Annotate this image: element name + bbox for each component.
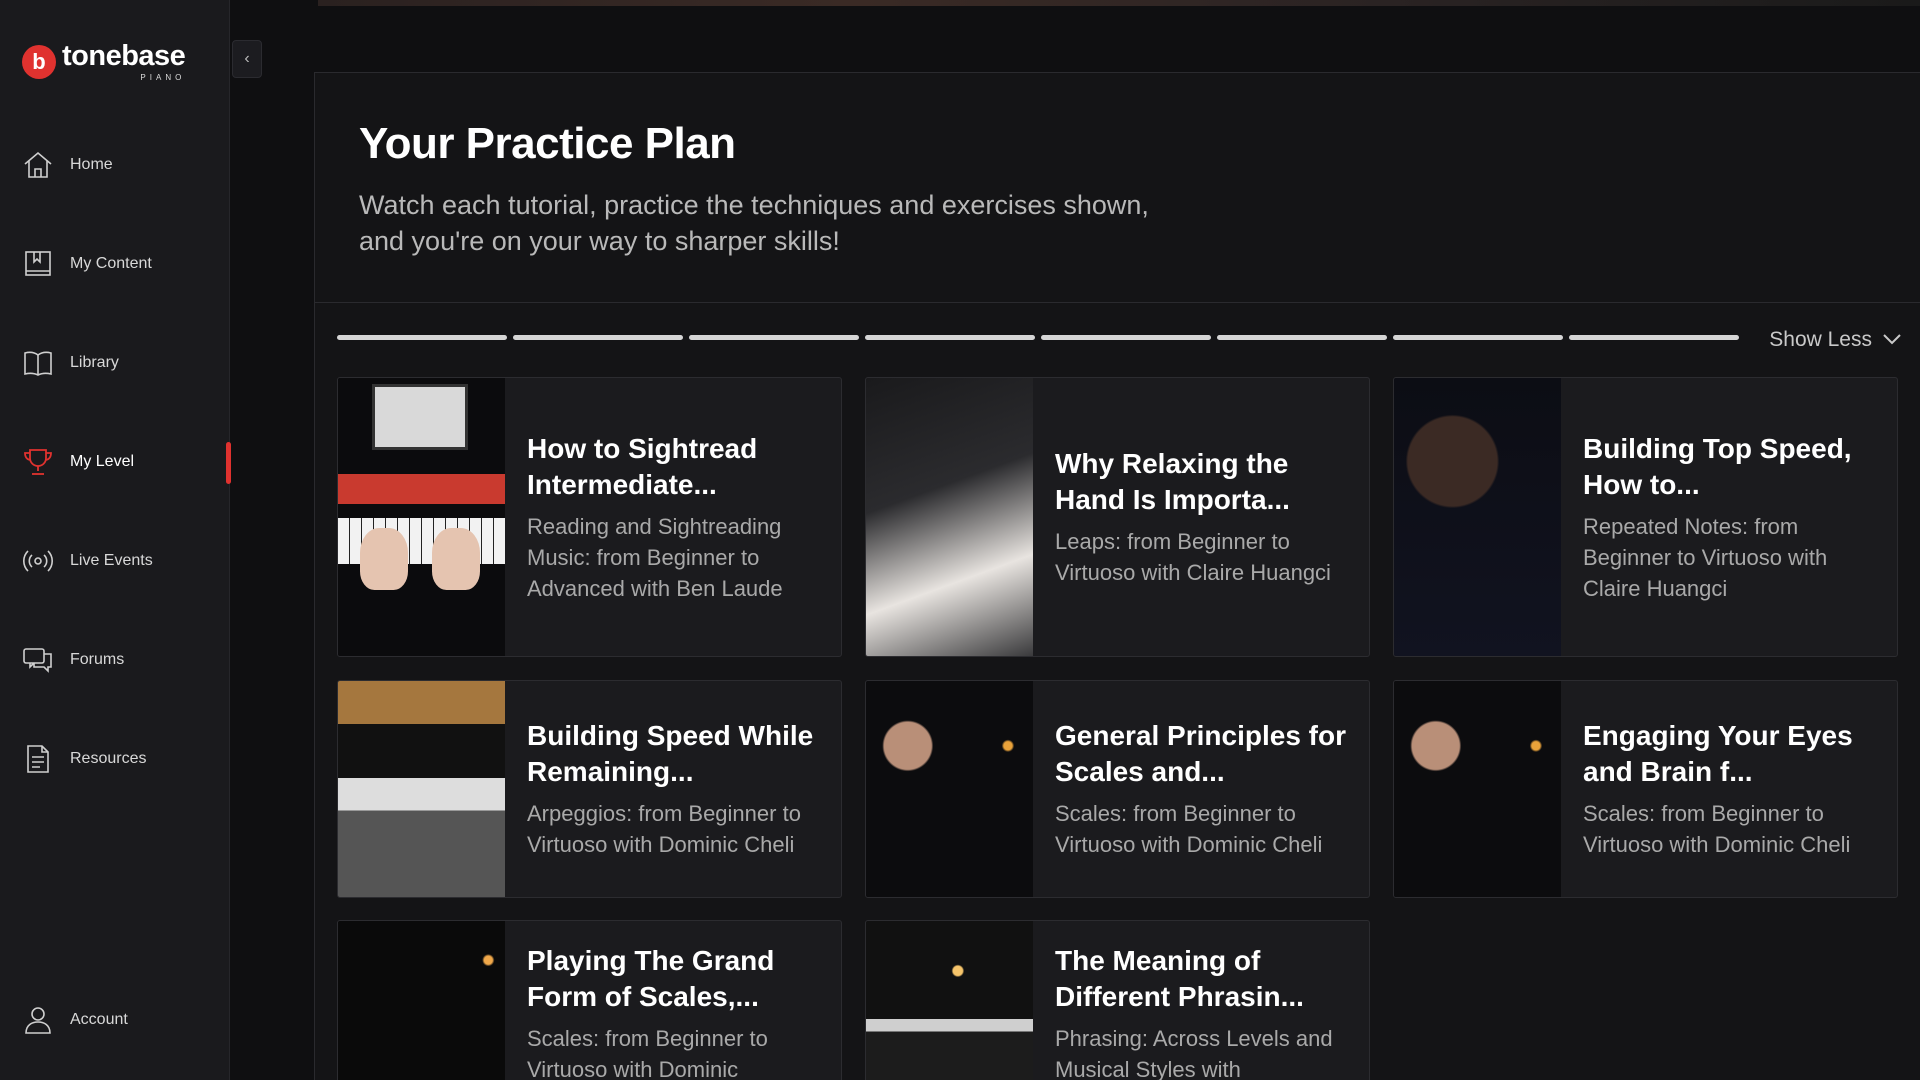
user-icon bbox=[20, 1002, 56, 1038]
collapse-sidebar-button[interactable]: ‹ bbox=[232, 40, 262, 78]
progress-segment bbox=[865, 335, 1035, 340]
sidebar-item-label: My Content bbox=[70, 255, 152, 272]
lesson-title: General Principles for Scales and... bbox=[1055, 720, 1346, 787]
sidebar-item-account[interactable]: Account bbox=[20, 998, 220, 1042]
broadcast-icon bbox=[20, 543, 56, 579]
lesson-course: Scales: from Beginner to Virtuoso with D… bbox=[1583, 801, 1851, 857]
document-icon bbox=[20, 741, 56, 777]
chat-icon bbox=[20, 642, 56, 678]
lesson-card[interactable]: Building Speed While Remaining... Arpegg… bbox=[337, 680, 842, 898]
lesson-title: Engaging Your Eyes and Brain f... bbox=[1583, 720, 1853, 787]
lesson-course: Scales: from Beginner to Virtuoso with D… bbox=[527, 1026, 768, 1080]
show-less-toggle[interactable]: Show Less bbox=[1769, 328, 1902, 352]
lesson-card[interactable]: Why Relaxing the Hand Is Importa... Leap… bbox=[865, 377, 1370, 657]
lesson-card[interactable]: General Principles for Scales and... Sca… bbox=[865, 680, 1370, 898]
book-icon bbox=[20, 345, 56, 381]
lesson-card[interactable]: Building Top Speed, How to... Repeated N… bbox=[1393, 377, 1898, 657]
chevron-left-icon: ‹ bbox=[244, 50, 250, 67]
sidebar-item-label: Live Events bbox=[70, 552, 153, 569]
sidebar-item-label: Account bbox=[70, 1011, 128, 1028]
lesson-title: Playing The Grand Form of Scales,... bbox=[527, 945, 775, 1012]
sidebar-item-label: Resources bbox=[70, 750, 147, 767]
hero-image-strip bbox=[318, 0, 1920, 6]
progress-segment bbox=[1393, 335, 1563, 340]
lesson-card[interactable]: How to Sightread Intermediate... Reading… bbox=[337, 377, 842, 657]
practice-plan-panel: Your Practice Plan Watch each tutorial, … bbox=[314, 72, 1920, 1080]
sidebar-item-my-content[interactable]: My Content bbox=[20, 242, 220, 286]
lesson-title: The Meaning of Different Phrasin... bbox=[1055, 945, 1304, 1012]
lesson-thumbnail bbox=[1394, 681, 1561, 897]
lesson-thumbnail bbox=[866, 378, 1033, 656]
logo-subtitle: PIANO bbox=[140, 73, 186, 82]
sidebar-item-label: Forums bbox=[70, 651, 125, 668]
bookmark-book-icon bbox=[20, 246, 56, 282]
sidebar-item-label: Home bbox=[70, 156, 113, 173]
lesson-title: Why Relaxing the Hand Is Importa... bbox=[1055, 448, 1290, 515]
lesson-thumbnail bbox=[338, 681, 505, 897]
lesson-course: Leaps: from Beginner to Virtuoso with Cl… bbox=[1055, 529, 1331, 585]
sidebar-item-my-level[interactable]: My Level bbox=[20, 440, 220, 484]
progress-segment bbox=[1041, 335, 1211, 340]
sidebar-item-label: My Level bbox=[70, 453, 135, 470]
chevron-down-icon bbox=[1882, 328, 1902, 352]
lesson-thumbnail bbox=[338, 378, 505, 656]
lesson-thumbnail bbox=[866, 921, 1033, 1080]
progress-segments bbox=[337, 335, 1739, 340]
active-indicator bbox=[226, 442, 231, 484]
page-subtitle: Watch each tutorial, practice the techni… bbox=[359, 190, 1149, 256]
sidebar-item-forums[interactable]: Forums bbox=[20, 638, 220, 682]
lesson-card[interactable]: The Meaning of Different Phrasin... Phra… bbox=[865, 920, 1370, 1080]
lesson-title: Building Speed While Remaining... bbox=[527, 720, 814, 787]
sidebar: b tonebase PIANO Home My Content Library… bbox=[0, 0, 231, 1080]
page-title: Your Practice Plan bbox=[359, 119, 736, 168]
practice-plan-header: Your Practice Plan Watch each tutorial, … bbox=[315, 73, 1920, 303]
lesson-course: Reading and Sightreading Music: from Beg… bbox=[527, 513, 783, 601]
lesson-course: Phrasing: Across Levels and Musical Styl… bbox=[1055, 1026, 1333, 1080]
logo-mark-icon: b bbox=[22, 45, 56, 79]
progress-segment bbox=[337, 335, 507, 340]
lesson-card[interactable]: Engaging Your Eyes and Brain f... Scales… bbox=[1393, 680, 1898, 898]
lesson-course: Scales: from Beginner to Virtuoso with D… bbox=[1055, 801, 1323, 857]
trophy-icon bbox=[20, 444, 56, 480]
lesson-thumbnail bbox=[1394, 378, 1561, 656]
lesson-course: Repeated Notes: from Beginner to Virtuos… bbox=[1583, 513, 1828, 601]
progress-segment bbox=[689, 335, 859, 340]
lesson-thumbnail bbox=[866, 681, 1033, 897]
show-less-label: Show Less bbox=[1769, 328, 1872, 351]
sidebar-item-resources[interactable]: Resources bbox=[20, 737, 220, 781]
sidebar-item-live-events[interactable]: Live Events bbox=[20, 539, 220, 583]
sidebar-item-label: Library bbox=[70, 354, 119, 371]
tonebase-logo[interactable]: b tonebase PIANO bbox=[22, 40, 186, 82]
lesson-thumbnail bbox=[338, 921, 505, 1080]
home-icon bbox=[20, 147, 56, 183]
progress-segment bbox=[1217, 335, 1387, 340]
sidebar-item-home[interactable]: Home bbox=[20, 143, 220, 187]
lesson-card[interactable]: Playing The Grand Form of Scales,... Sca… bbox=[337, 920, 842, 1080]
progress-segment bbox=[513, 335, 683, 340]
lesson-course: Arpeggios: from Beginner to Virtuoso wit… bbox=[527, 801, 801, 857]
sidebar-item-library[interactable]: Library bbox=[20, 341, 220, 385]
lesson-title: Building Top Speed, How to... bbox=[1583, 432, 1852, 500]
logo-wordmark: tonebase bbox=[62, 40, 186, 72]
lesson-title: How to Sightread Intermediate... bbox=[527, 432, 758, 500]
progress-segment bbox=[1569, 335, 1739, 340]
